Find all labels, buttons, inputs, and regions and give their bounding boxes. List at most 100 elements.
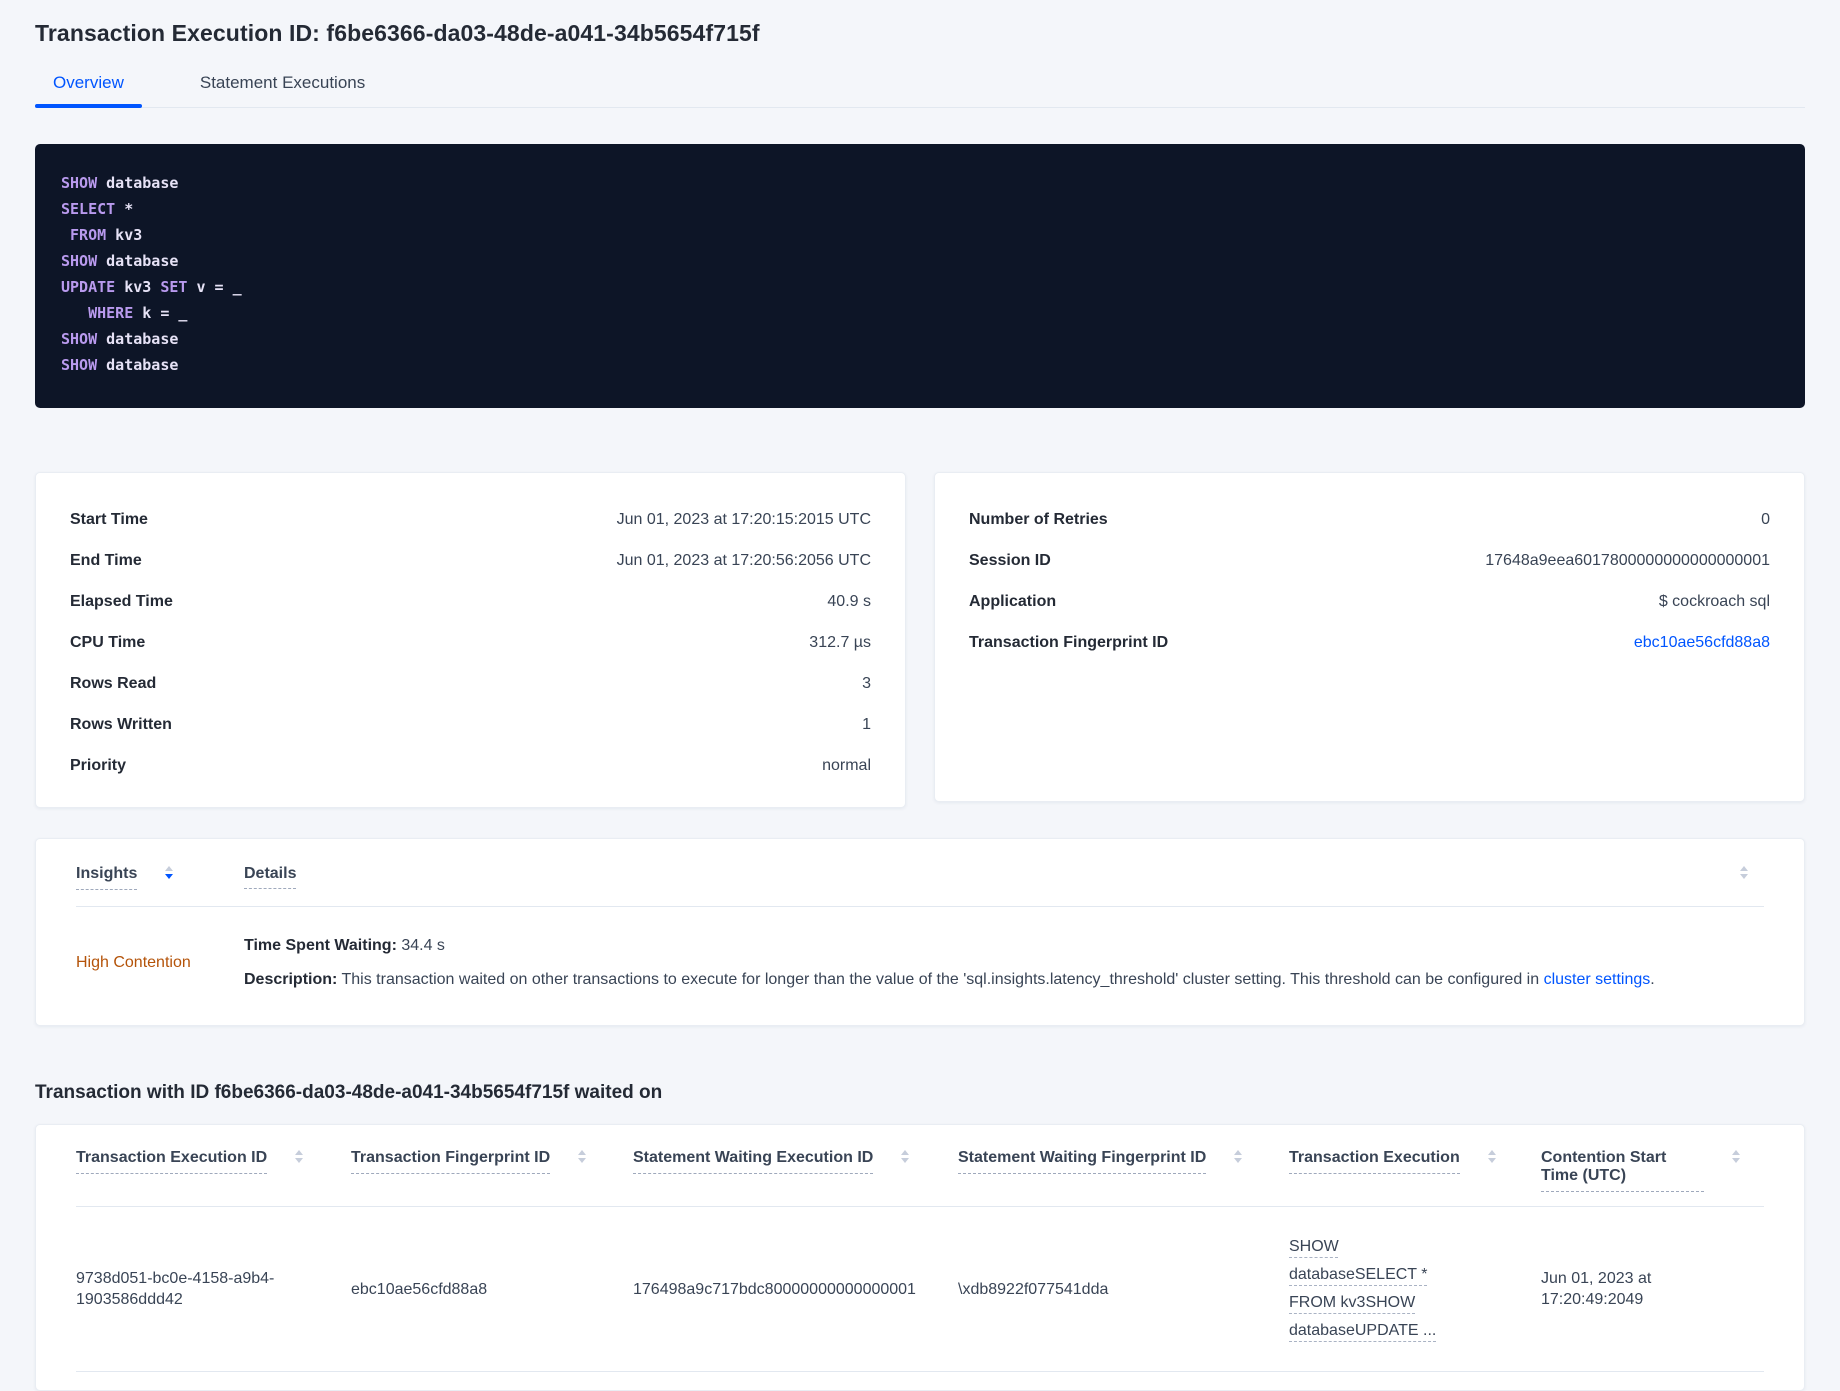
table-cell-contention-start-time: Jun 01, 2023 at 17:20:49:2049 bbox=[1541, 1270, 1652, 1308]
table-cell-transaction-execution: SHOW databaseSELECT * FROM kv3SHOW datab… bbox=[1289, 1233, 1541, 1345]
details-column-header[interactable]: Details bbox=[244, 865, 1740, 889]
sort-icon[interactable] bbox=[578, 1150, 587, 1163]
insight-details: Time Spent Waiting: 34.4 s Description: … bbox=[244, 935, 1764, 991]
stat-value: normal bbox=[822, 757, 871, 774]
insights-column-label[interactable]: Insights bbox=[76, 865, 138, 890]
insight-type-label: High Contention bbox=[76, 954, 191, 971]
cluster-settings-link[interactable]: cluster settings bbox=[1544, 971, 1651, 988]
stat-value: Jun 01, 2023 at 17:20:15:2015 UTC bbox=[616, 511, 871, 528]
sql-line: WHERE k = _ bbox=[61, 300, 1779, 326]
details-column-label[interactable]: Details bbox=[244, 865, 297, 889]
sort-desc-icon bbox=[1732, 1158, 1740, 1163]
waited-on-table-header: Transaction Execution ID Transaction Fing… bbox=[76, 1149, 1764, 1207]
column-header-label[interactable]: Transaction Execution bbox=[1289, 1149, 1460, 1174]
sort-desc-icon bbox=[1740, 874, 1748, 879]
summary-cards: Start Time Jun 01, 2023 at 17:20:15:2015 … bbox=[35, 472, 1805, 808]
column-header[interactable]: Statement Waiting Fingerprint ID bbox=[958, 1149, 1289, 1174]
insight-row: High Contention Time Spent Waiting: 34.4… bbox=[76, 907, 1764, 991]
stat-label: CPU Time bbox=[70, 634, 146, 651]
sort-asc-icon bbox=[1487, 1150, 1496, 1155]
sql-text: database bbox=[97, 330, 179, 348]
sort-asc-icon bbox=[1740, 866, 1748, 871]
stat-value: 3 bbox=[862, 675, 871, 692]
sql-line: SHOW database bbox=[61, 170, 1779, 196]
sql-line: SHOW database bbox=[61, 248, 1779, 274]
sql-keyword: SHOW bbox=[61, 330, 98, 348]
stat-value: 1 bbox=[862, 716, 871, 733]
column-header-label[interactable]: Statement Waiting Fingerprint ID bbox=[958, 1149, 1207, 1174]
sql-line: UPDATE kv3 SET v = _ bbox=[61, 274, 1779, 300]
sort-icon[interactable] bbox=[1487, 1150, 1496, 1163]
waited-on-table-card: Transaction Execution ID Transaction Fing… bbox=[35, 1124, 1805, 1391]
column-header-label[interactable]: Transaction Fingerprint ID bbox=[351, 1149, 551, 1174]
stat-label: End Time bbox=[70, 552, 142, 569]
stat-row: End Time Jun 01, 2023 at 17:20:56:2056 UT… bbox=[70, 550, 871, 572]
insight-description: Description: This transaction waited on … bbox=[244, 971, 1655, 988]
sort-icon[interactable] bbox=[1732, 1150, 1740, 1163]
stat-row: Start Time Jun 01, 2023 at 17:20:15:2015 … bbox=[70, 509, 871, 531]
page-title: Transaction Execution ID: f6be6366-da03-… bbox=[35, 20, 760, 46]
column-header-label[interactable]: Transaction Execution ID bbox=[76, 1149, 268, 1174]
stat-label: Session ID bbox=[969, 552, 1051, 569]
sort-icon[interactable] bbox=[165, 866, 174, 879]
sql-text: kv3 bbox=[115, 278, 161, 296]
stat-row: Session ID 17648a9eea60178000000000000000… bbox=[969, 550, 1770, 572]
sql-line: SHOW database bbox=[61, 326, 1779, 352]
stat-label: Rows Written bbox=[70, 716, 172, 733]
stat-label: Elapsed Time bbox=[70, 593, 173, 610]
stat-label: Priority bbox=[70, 757, 127, 774]
sql-keyword: SHOW bbox=[61, 356, 98, 374]
sort-asc-icon bbox=[165, 866, 174, 871]
stat-row: Elapsed Time 40.9 s bbox=[70, 591, 871, 613]
stat-row: Application $ cockroach sql bbox=[969, 591, 1770, 613]
sql-keyword: SELECT bbox=[61, 200, 116, 218]
stat-row: Priority normal bbox=[70, 755, 871, 777]
sort-asc-icon bbox=[1732, 1150, 1740, 1155]
tabs: Overview Statement Executions bbox=[35, 73, 1805, 108]
sql-text: database bbox=[97, 356, 179, 374]
stat-row: Transaction Fingerprint ID ebc10ae56cfd88… bbox=[969, 632, 1770, 654]
stat-row: Rows Written 1 bbox=[70, 714, 871, 736]
insights-column-header[interactable]: Insights bbox=[76, 865, 244, 890]
session-details-card: Number of Retries 0 Session ID 17648a9eea60… bbox=[934, 472, 1805, 802]
sort-icon[interactable] bbox=[1234, 1150, 1243, 1163]
sql-text: v = _ bbox=[187, 278, 242, 296]
column-header[interactable]: Transaction Execution ID bbox=[76, 1149, 351, 1174]
sort-asc-icon bbox=[1234, 1150, 1243, 1155]
column-header-label[interactable]: Contention Start Time (UTC) bbox=[1541, 1149, 1704, 1192]
session-details-rows: Number of Retries 0 Session ID 17648a9eea60… bbox=[969, 509, 1770, 654]
insights-card: Insights Details High Contention Time Sp… bbox=[35, 838, 1805, 1026]
column-header[interactable]: Contention Start Time (UTC) bbox=[1541, 1149, 1764, 1192]
tab-overview[interactable]: Overview bbox=[35, 73, 142, 108]
sql-keyword: SHOW bbox=[61, 252, 98, 270]
insights-table-header: Insights Details bbox=[76, 865, 1764, 907]
table-cell-statement-waiting-fingerprint-id: \xdb8922f077541dda bbox=[958, 1280, 1109, 1298]
column-header[interactable]: Transaction Execution bbox=[1289, 1149, 1541, 1174]
sql-line: SHOW database bbox=[61, 352, 1779, 378]
column-header[interactable]: Statement Waiting Execution ID bbox=[633, 1149, 958, 1174]
sql-keyword: WHERE bbox=[88, 304, 134, 322]
table-cell-statement-waiting-execution-id: 176498a9c717bdc80000000000000001 bbox=[633, 1280, 916, 1298]
sort-icon[interactable] bbox=[295, 1150, 304, 1163]
stat-value: 40.9 s bbox=[827, 593, 871, 610]
stat-value: $ cockroach sql bbox=[1658, 593, 1770, 610]
stat-row: Number of Retries 0 bbox=[969, 509, 1770, 531]
waited-on-heading: Transaction with ID f6be6366-da03-48de-a… bbox=[35, 1082, 663, 1103]
execution-details-card: Start Time Jun 01, 2023 at 17:20:15:2015 … bbox=[35, 472, 906, 808]
sql-text: * bbox=[115, 200, 134, 218]
sort-asc-icon bbox=[578, 1150, 587, 1155]
time-spent-waiting: Time Spent Waiting: 34.4 s bbox=[244, 937, 445, 954]
sql-line: FROM kv3 bbox=[61, 222, 1779, 248]
tab-statement-executions[interactable]: Statement Executions bbox=[182, 73, 383, 107]
column-header-label[interactable]: Statement Waiting Execution ID bbox=[633, 1149, 874, 1174]
sort-icon[interactable] bbox=[901, 1150, 910, 1163]
column-header[interactable]: Transaction Fingerprint ID bbox=[351, 1149, 633, 1174]
stat-value-link[interactable]: ebc10ae56cfd88a8 bbox=[1634, 632, 1770, 654]
sort-icon[interactable] bbox=[1740, 866, 1764, 879]
stat-row: Rows Read 3 bbox=[70, 673, 871, 695]
sort-desc-icon bbox=[295, 1158, 304, 1163]
execution-details-rows: Start Time Jun 01, 2023 at 17:20:15:2015 … bbox=[70, 509, 871, 777]
sql-text: database bbox=[97, 252, 179, 270]
transaction-execution-link[interactable]: SHOW databaseSELECT * FROM kv3SHOW datab… bbox=[1289, 1238, 1436, 1339]
